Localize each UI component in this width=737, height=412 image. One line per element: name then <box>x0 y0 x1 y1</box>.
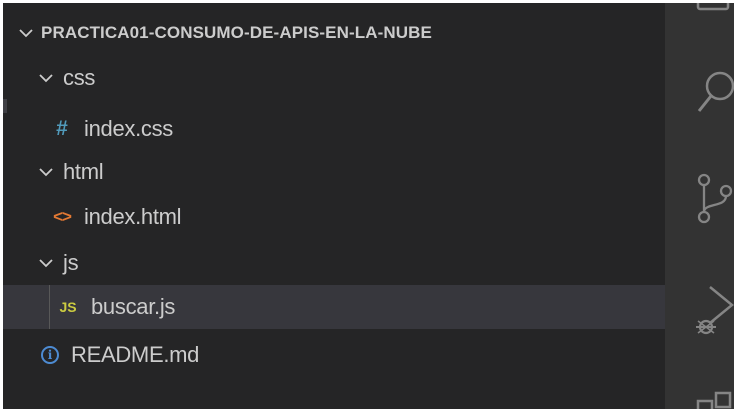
search-icon[interactable] <box>696 69 734 115</box>
hash-icon: # <box>56 117 68 140</box>
chevron-down-icon[interactable] <box>17 24 35 42</box>
explorer-panel: PRACTICA01-CONSUMO-DE-APIS-EN-LA-NUBE cs… <box>3 3 719 409</box>
chevron-down-icon[interactable] <box>37 69 55 87</box>
root-folder-label: PRACTICA01-CONSUMO-DE-APIS-EN-LA-NUBE <box>41 23 432 42</box>
source-control-icon[interactable] <box>696 171 734 227</box>
tree-file-buscar-js[interactable]: JS buscar.js <box>3 285 719 329</box>
folder-label: js <box>63 250 79 275</box>
file-label: buscar.js <box>91 294 176 319</box>
js-file-icon: JS <box>59 299 77 315</box>
extensions-icon[interactable] <box>696 391 734 409</box>
tree-folder-js[interactable]: js <box>3 241 699 285</box>
indent-guide <box>49 285 50 329</box>
tree-file-index-html[interactable]: <> index.html <box>3 195 714 239</box>
tree-folder-css[interactable]: css <box>3 56 699 100</box>
chevron-down-icon[interactable] <box>37 163 55 181</box>
html-file-icon: <> <box>53 207 72 226</box>
info-icon: i <box>41 346 59 364</box>
folder-label: css <box>63 65 96 90</box>
tree-file-readme[interactable]: i README.md <box>3 333 703 377</box>
tree-folder-html[interactable]: html <box>3 150 699 194</box>
explorer-icon[interactable] <box>696 3 734 13</box>
explorer-root-folder[interactable]: PRACTICA01-CONSUMO-DE-APIS-EN-LA-NUBE <box>3 11 679 55</box>
tree-file-index-css[interactable]: # index.css <box>3 107 714 151</box>
folder-label: html <box>63 159 104 184</box>
run-debug-icon[interactable] <box>696 281 734 343</box>
chevron-down-icon[interactable] <box>37 254 55 272</box>
vscode-window: PRACTICA01-CONSUMO-DE-APIS-EN-LA-NUBE cs… <box>3 3 734 409</box>
file-label: index.html <box>84 204 182 229</box>
file-label: README.md <box>71 342 200 367</box>
file-label: index.css <box>84 116 174 141</box>
